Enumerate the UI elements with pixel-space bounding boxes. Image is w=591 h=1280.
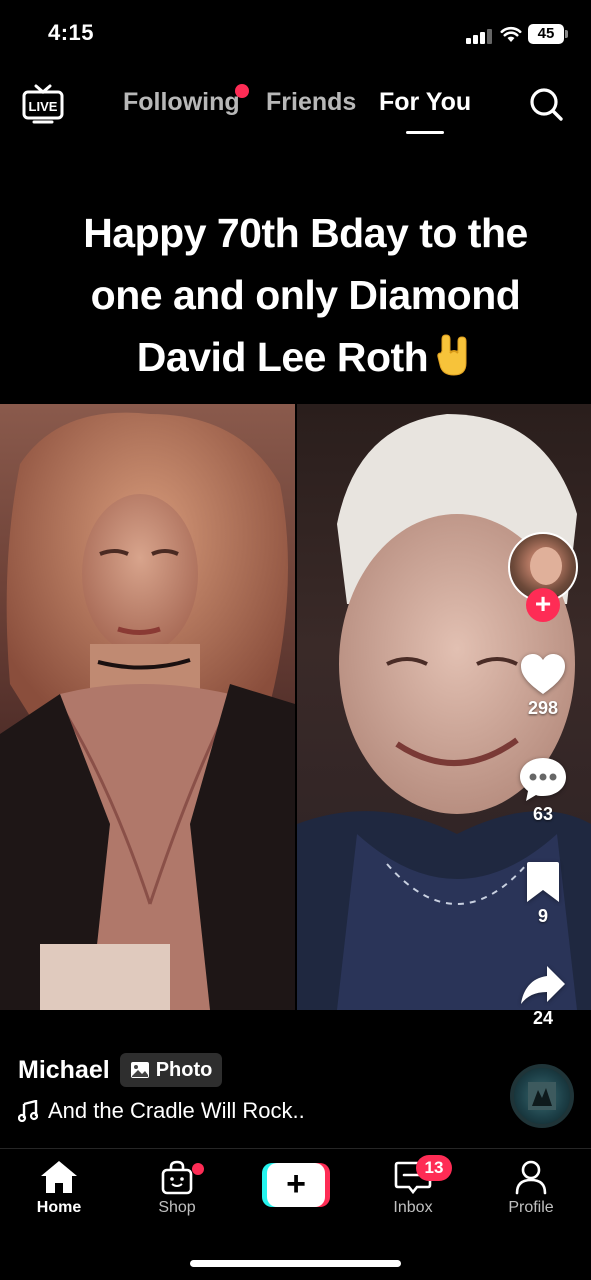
comment-button[interactable]: 63 bbox=[508, 756, 578, 825]
tab-for-you[interactable]: For You bbox=[379, 88, 471, 117]
bottom-tab-bar: Home Shop + 13 Inbox Profile bbox=[0, 1148, 591, 1280]
person-icon bbox=[515, 1160, 547, 1195]
tab-following[interactable]: Following bbox=[123, 88, 240, 117]
cellular-signal-icon bbox=[466, 28, 492, 44]
tab-shop-label: Shop bbox=[158, 1199, 196, 1216]
tab-profile[interactable]: Profile bbox=[486, 1159, 576, 1217]
follow-button[interactable]: + bbox=[526, 588, 560, 622]
home-icon bbox=[41, 1161, 77, 1193]
comment-icon bbox=[520, 758, 566, 801]
inbox-unread-badge: 13 bbox=[416, 1155, 452, 1181]
shopping-bag-icon bbox=[161, 1160, 193, 1195]
active-tab-underline bbox=[406, 131, 444, 134]
headline-line-2: one and only Diamond bbox=[90, 272, 521, 318]
tab-shop[interactable]: Shop bbox=[132, 1159, 222, 1217]
music-title: And the Cradle Will Rock.. bbox=[48, 1098, 305, 1123]
save-count: 9 bbox=[537, 906, 548, 926]
tab-profile-label: Profile bbox=[508, 1199, 554, 1216]
status-bar: 4:15 45 bbox=[0, 0, 591, 70]
heart-icon bbox=[521, 654, 565, 694]
photo-type-badge: Photo bbox=[119, 1053, 223, 1087]
tab-home-label: Home bbox=[36, 1199, 82, 1216]
tab-friends[interactable]: Friends bbox=[266, 88, 356, 117]
tab-home[interactable]: Home bbox=[14, 1159, 104, 1217]
save-button[interactable]: 9 bbox=[508, 860, 578, 927]
tab-inbox[interactable]: 13 Inbox bbox=[368, 1155, 458, 1217]
comment-count: 63 bbox=[532, 804, 554, 824]
live-icon[interactable]: LIVE bbox=[22, 84, 64, 124]
shop-notification-dot bbox=[192, 1163, 204, 1175]
photo-young-portrait bbox=[0, 404, 295, 1010]
battery-indicator: 45 bbox=[528, 24, 568, 44]
post-photo[interactable] bbox=[0, 404, 591, 1010]
wifi-icon bbox=[500, 26, 522, 42]
post-headline: Happy 70th Bday to the one and only Diam… bbox=[0, 202, 591, 388]
following-notification-dot bbox=[235, 84, 249, 98]
share-count: 24 bbox=[532, 1008, 554, 1028]
headline-line-3: David Lee Roth bbox=[0, 326, 591, 388]
live-label: LIVE bbox=[29, 99, 58, 114]
photo-badge-label: Photo bbox=[155, 1058, 213, 1081]
headline-line-1: Happy 70th Bday to the bbox=[83, 210, 528, 256]
share-button[interactable]: 24 bbox=[508, 964, 578, 1029]
like-button[interactable]: 298 bbox=[508, 652, 578, 719]
status-time: 4:15 bbox=[48, 20, 95, 45]
music-disc-icon[interactable] bbox=[510, 1064, 574, 1128]
like-count: 298 bbox=[527, 698, 559, 718]
author-name[interactable]: Michael bbox=[18, 1056, 110, 1085]
music-note-icon bbox=[18, 1100, 38, 1122]
image-icon bbox=[130, 1062, 149, 1078]
plus-icon: + bbox=[267, 1163, 325, 1207]
top-nav: LIVE Following Friends For You bbox=[0, 70, 591, 140]
create-button[interactable]: + bbox=[262, 1163, 330, 1207]
rock-on-hand-emoji-icon bbox=[437, 334, 467, 376]
search-icon[interactable] bbox=[528, 86, 564, 122]
share-arrow-icon bbox=[521, 966, 565, 1004]
tab-inbox-label: Inbox bbox=[393, 1199, 433, 1216]
music-row[interactable]: And the Cradle Will Rock.. bbox=[18, 1098, 305, 1124]
home-indicator bbox=[190, 1260, 401, 1267]
author-row: Michael Photo bbox=[18, 1052, 223, 1088]
bookmark-icon bbox=[527, 862, 559, 902]
